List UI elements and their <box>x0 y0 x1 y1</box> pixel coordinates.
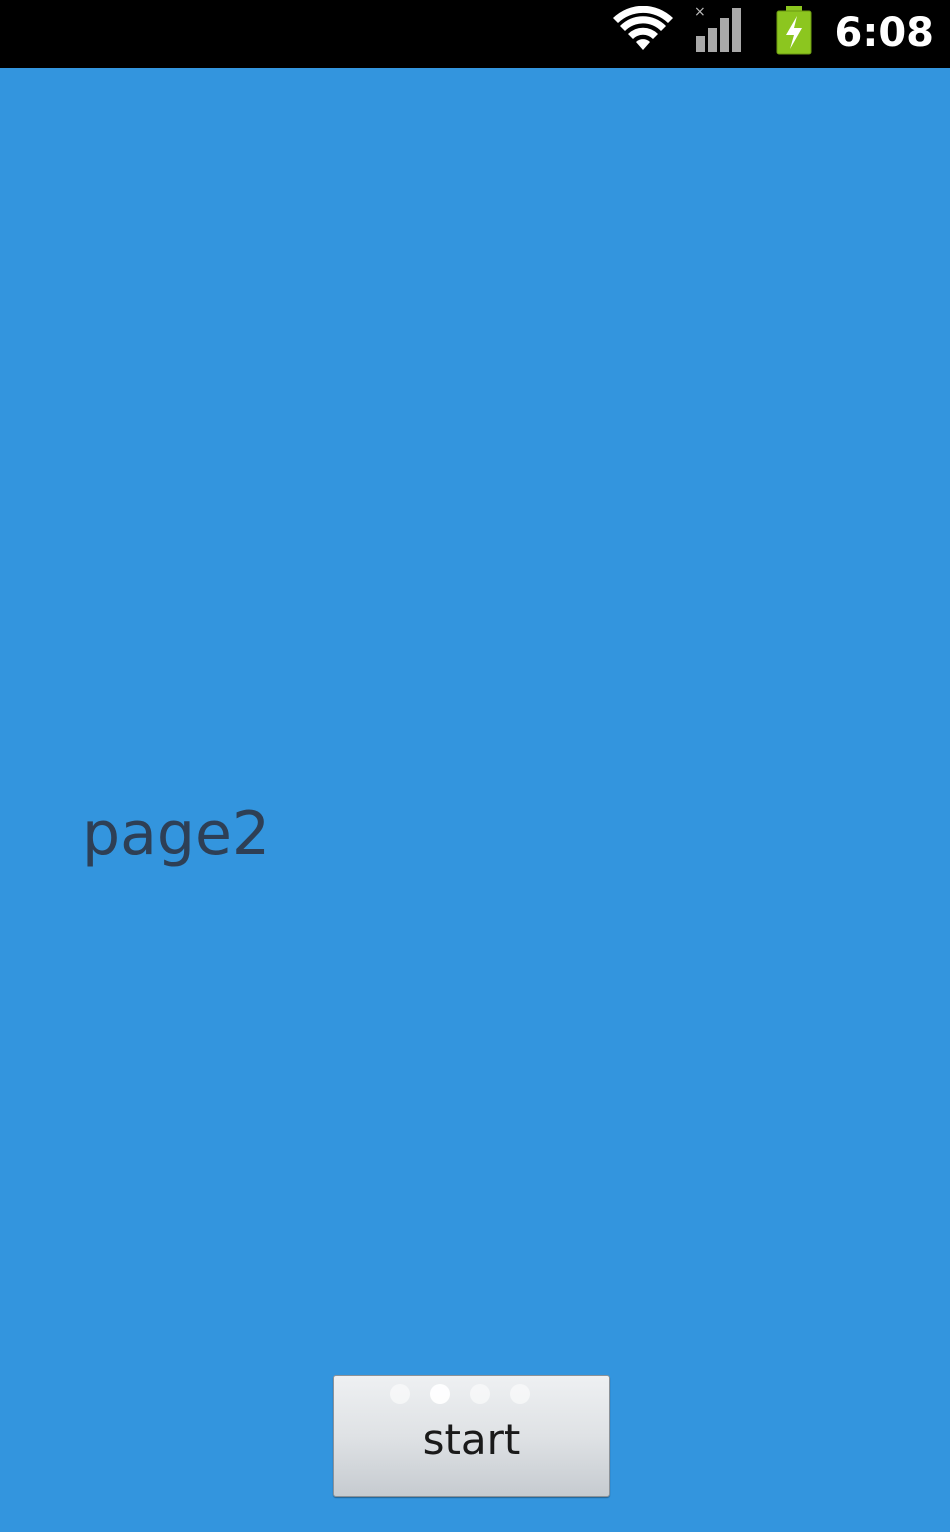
page-indicator-dot <box>390 1384 410 1404</box>
start-button-label: start <box>422 1415 521 1464</box>
svg-text:×: × <box>694 4 706 20</box>
signal-icon: × <box>694 4 741 52</box>
page-indicator <box>390 1384 530 1404</box>
page-indicator-dot <box>510 1384 530 1404</box>
battery-charging-icon <box>776 6 812 55</box>
content-area: page2 start <box>0 68 950 1532</box>
app-screen: × 6:08 page2 start <box>0 0 950 1532</box>
page-indicator-dot <box>470 1384 490 1404</box>
status-bar: × 6:08 <box>0 0 950 68</box>
page-indicator-dot-active <box>430 1384 450 1404</box>
page-label: page2 <box>82 799 271 869</box>
status-clock: 6:08 <box>834 10 935 56</box>
wifi-icon <box>613 6 673 50</box>
